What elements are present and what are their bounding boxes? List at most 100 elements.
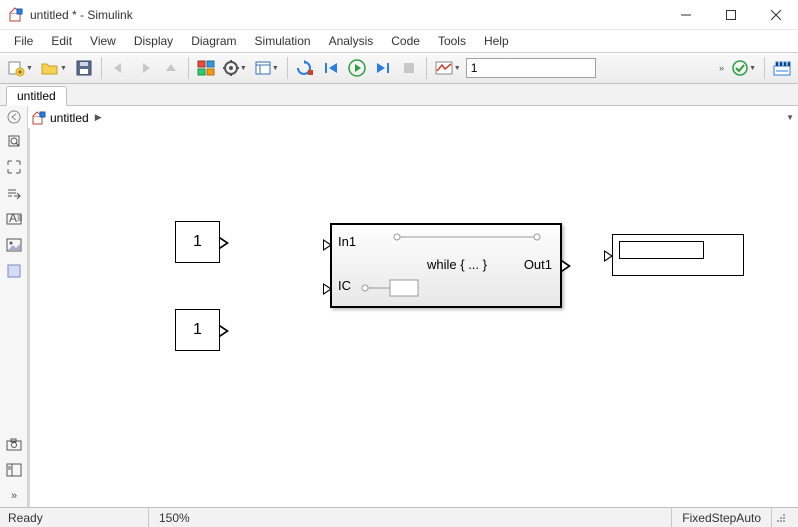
check-circle-icon	[732, 60, 748, 76]
while-in1-label: In1	[338, 234, 356, 249]
close-button[interactable]	[753, 0, 798, 30]
model-icon	[32, 111, 46, 125]
find-icon	[6, 186, 22, 200]
stop-icon	[402, 61, 416, 75]
constant-1-outport[interactable]	[220, 237, 229, 249]
folder-open-icon	[41, 60, 59, 76]
save-button[interactable]	[72, 56, 96, 80]
menu-display[interactable]: Display	[126, 32, 181, 50]
forward-button[interactable]	[133, 56, 157, 80]
grip-icon	[776, 513, 786, 523]
menu-view[interactable]: View	[82, 32, 124, 50]
title-bar: untitled * - Simulink	[0, 0, 798, 30]
model-explorer-button[interactable]: ▼	[252, 56, 282, 80]
resize-grip[interactable]	[771, 508, 790, 527]
menu-bar: File Edit View Display Diagram Simulatio…	[0, 30, 798, 52]
library-browser-button[interactable]	[194, 56, 218, 80]
arrow-right-icon	[137, 61, 153, 75]
find-button[interactable]	[3, 182, 25, 204]
while-top-graphic	[392, 231, 542, 243]
step-back-button[interactable]	[319, 56, 343, 80]
block-while-subsystem[interactable]: In1 IC while { ... } Out1	[330, 223, 562, 308]
panel-icon	[6, 463, 22, 477]
minimize-button[interactable]	[663, 0, 708, 30]
constant-2-value: 1	[193, 321, 202, 339]
breadcrumb-dropdown-icon[interactable]: ▼	[786, 113, 794, 122]
screenshot-button[interactable]	[3, 433, 25, 455]
maximize-button[interactable]	[708, 0, 753, 30]
step-forward-button[interactable]	[371, 56, 395, 80]
while-text: while { ... }	[427, 257, 487, 272]
menu-analysis[interactable]: Analysis	[321, 32, 382, 50]
step-back-icon	[323, 61, 339, 75]
hide-nav-button[interactable]	[3, 106, 25, 128]
build-button[interactable]	[770, 56, 794, 80]
model-browser-button[interactable]	[3, 459, 25, 481]
diagram-canvas[interactable]: 1 1 In1 IC while { ... } Out1	[28, 128, 798, 507]
fit-to-view-button[interactable]	[3, 130, 25, 152]
while-ic-label: IC	[338, 278, 351, 293]
menu-tools[interactable]: Tools	[430, 32, 474, 50]
collapse-left-icon	[7, 110, 21, 124]
refresh-stop-icon	[296, 60, 314, 76]
menu-diagram[interactable]: Diagram	[183, 32, 244, 50]
model-config-button[interactable]: ▼	[220, 56, 250, 80]
menu-edit[interactable]: Edit	[43, 32, 80, 50]
status-zoom[interactable]: 150%	[148, 508, 671, 527]
breadcrumb-bar: untitled ▶ ▼	[28, 106, 798, 130]
simulation-mode-button[interactable]: ▼	[432, 56, 464, 80]
library-icon	[197, 60, 215, 76]
chevron-double-right-icon: »	[11, 490, 16, 502]
while-ic-port[interactable]	[323, 283, 332, 295]
display-inport[interactable]	[604, 250, 613, 262]
save-icon	[76, 60, 92, 76]
constant-2-outport[interactable]	[220, 325, 229, 337]
menu-simulation[interactable]: Simulation	[247, 32, 319, 50]
run-button[interactable]	[345, 56, 369, 80]
menu-code[interactable]: Code	[383, 32, 428, 50]
tab-untitled[interactable]: untitled	[6, 86, 67, 106]
camera-icon	[6, 437, 22, 451]
menu-help[interactable]: Help	[476, 32, 517, 50]
while-out1-label: Out1	[524, 257, 552, 272]
constant-1-value: 1	[193, 233, 202, 251]
status-ready: Ready	[8, 508, 148, 527]
status-bar: Ready 150% FixedStepAuto	[0, 507, 798, 527]
palette-overflow-button[interactable]: »	[3, 485, 25, 507]
area-icon	[7, 264, 21, 278]
explorer-icon	[255, 61, 271, 75]
zoom-button[interactable]	[3, 156, 25, 178]
open-button[interactable]: ▼	[38, 56, 70, 80]
status-solver[interactable]: FixedStepAuto	[671, 508, 771, 527]
block-constant-1[interactable]: 1	[175, 221, 220, 263]
toolbar-overflow-icon[interactable]: »	[719, 63, 723, 73]
stop-time-field[interactable]: 1	[466, 58, 596, 78]
record-graph-icon	[435, 61, 453, 75]
gear-icon	[223, 60, 239, 76]
back-button[interactable]	[107, 56, 131, 80]
breadcrumb-arrow-icon[interactable]: ▶	[95, 112, 102, 123]
model-advisor-button[interactable]: ▼	[729, 56, 759, 80]
up-button[interactable]	[159, 56, 183, 80]
while-out1-port[interactable]	[562, 260, 571, 272]
new-model-button[interactable]: ▼	[4, 56, 36, 80]
menu-file[interactable]: File	[6, 32, 41, 50]
while-in1-port[interactable]	[323, 239, 332, 251]
build-icon	[773, 60, 791, 76]
arrow-up-icon	[163, 61, 179, 75]
zoom-icon	[6, 159, 22, 175]
area-button[interactable]	[3, 260, 25, 282]
window-title: untitled * - Simulink	[30, 8, 663, 22]
display-field	[619, 241, 704, 259]
image-button[interactable]	[3, 234, 25, 256]
update-diagram-button[interactable]	[293, 56, 317, 80]
annotation-button[interactable]: A≡	[3, 208, 25, 230]
main-toolbar: ▼ ▼ ▼ ▼ ▼ 1 » ▼	[0, 52, 798, 84]
new-model-icon	[7, 59, 25, 77]
block-display[interactable]	[612, 234, 744, 276]
image-icon	[6, 238, 22, 252]
stop-button[interactable]	[397, 56, 421, 80]
svg-text:A≡: A≡	[9, 212, 22, 225]
breadcrumb-model[interactable]: untitled	[50, 111, 89, 125]
block-constant-2[interactable]: 1	[175, 309, 220, 351]
